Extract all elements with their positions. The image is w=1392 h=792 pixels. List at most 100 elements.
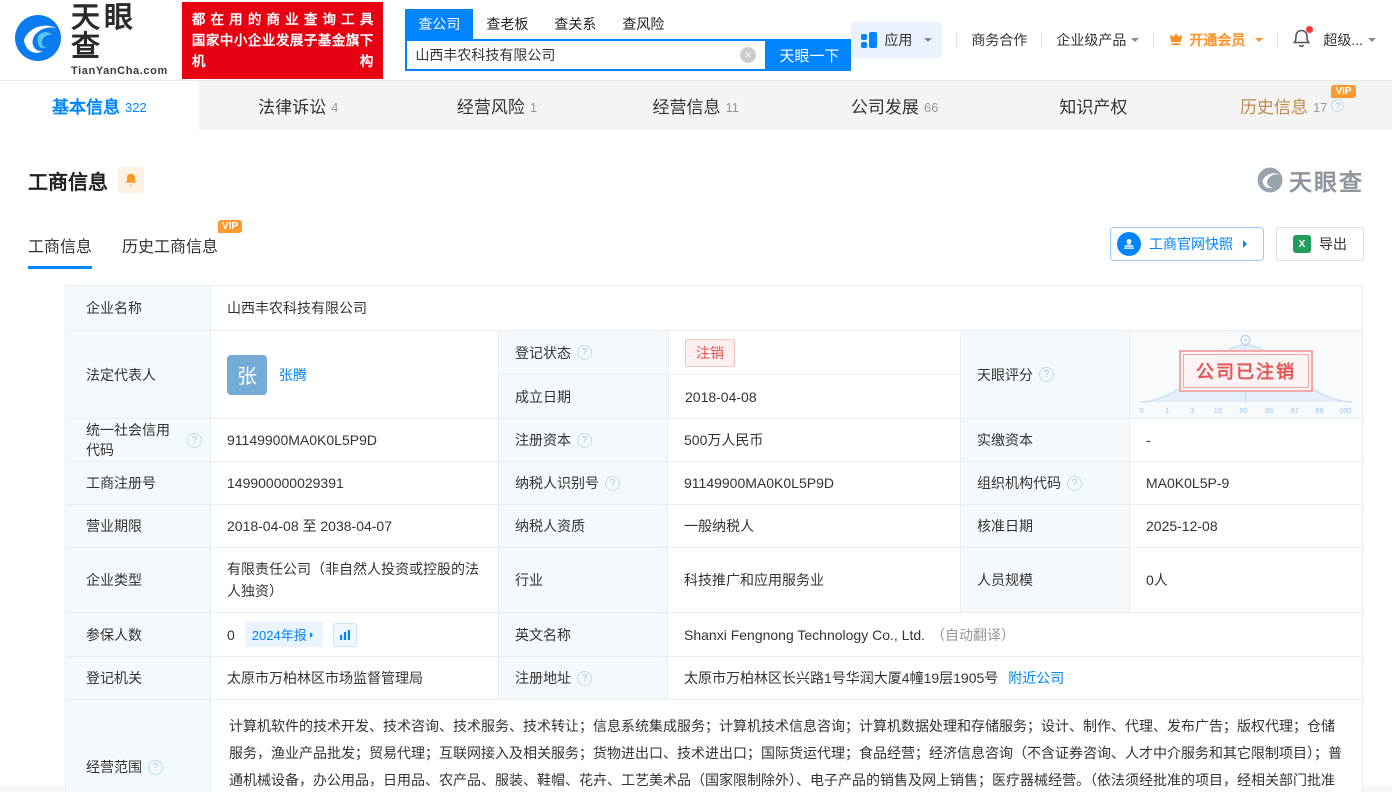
regno-value: 149900000029391 — [210, 462, 498, 504]
brand-name: 天眼查 — [71, 1, 138, 63]
company-nav-tabs: 基本信息 322 法律诉讼 4 经营风险 1 经营信息 11 公司发展 66 知… — [0, 80, 1392, 130]
search-box: ✕ — [405, 39, 768, 71]
tianyancha-logo-icon — [14, 14, 62, 67]
field-label: 经营范围 ? — [66, 700, 210, 792]
avatar[interactable]: 张 — [227, 354, 267, 395]
search-tab-risk[interactable]: 查风险 — [609, 9, 677, 39]
question-icon[interactable]: ? — [1039, 367, 1054, 382]
table-row-company-name: 企业名称 山西丰农科技有限公司 — [66, 286, 1362, 330]
annual-report-badge[interactable]: 2024年报 — [244, 622, 323, 647]
search-tab-boss[interactable]: 查老板 — [473, 9, 541, 39]
establish-date-value: 2018-04-08 — [668, 375, 960, 418]
svg-text:50: 50 — [1239, 406, 1247, 415]
super-vip-menu[interactable]: 超级... — [1323, 30, 1376, 50]
approve-date-value: 2025-12-08 — [1129, 505, 1362, 547]
field-label: 法定代表人 — [66, 331, 210, 418]
field-label: 天眼评分 ? — [960, 331, 1129, 418]
trend-chart-button[interactable] — [332, 622, 357, 647]
vip-badge: VIP — [217, 220, 243, 233]
tianyancha-watermark: 天眼查 — [1257, 163, 1364, 197]
score-chart-cell: 0 1 3 15 50 85 97 99 100 公司已注销 — [1129, 331, 1362, 418]
address-value: 太原市万柏林区长兴路1号华润大厦4幢19层1905号 — [684, 670, 999, 686]
orgcode-value: MA0K0L5P-9 — [1129, 462, 1362, 504]
field-label: 行业 — [498, 548, 667, 612]
question-icon[interactable]: ? — [187, 432, 202, 448]
arrow-right-icon — [1243, 240, 1251, 248]
tab-legal-litigation[interactable]: 法律诉讼 4 — [199, 81, 398, 130]
svg-text:3: 3 — [1190, 406, 1194, 415]
promo-line-1: 都在用的商业查询工具 — [191, 11, 374, 27]
field-label: 工商注册号 — [66, 462, 210, 504]
top-bar: 天眼查 TianYanCha.com 都在用的商业查询工具 国家中小企业发展子基… — [0, 0, 1392, 80]
chevron-down-icon — [924, 38, 933, 46]
tianyancha-logo[interactable]: 天眼查 TianYanCha.com — [14, 1, 168, 77]
field-label: 英文名称 — [498, 613, 667, 656]
apps-menu[interactable]: 应用 — [851, 22, 943, 58]
business-cooperation-link[interactable]: 商务合作 — [971, 30, 1027, 50]
question-icon[interactable]: ? — [1067, 475, 1082, 491]
section-title: 工商信息 — [28, 171, 108, 194]
question-icon[interactable]: ? — [1331, 99, 1345, 112]
legal-rep-link[interactable]: 张腾 — [279, 365, 307, 385]
staff-value: 0人 — [1129, 548, 1362, 612]
question-icon[interactable]: ? — [148, 759, 163, 775]
field-label: 统一社会信用代码 ? — [66, 419, 210, 461]
subtab-business-info[interactable]: 工商信息 — [28, 233, 93, 269]
table-row-insured: 参保人数 0 2024年报 英文名称 Shanxi Fengnong Techn… — [66, 612, 1362, 656]
notification-dot — [1306, 25, 1314, 33]
tab-operation-risk[interactable]: 经营风险 1 — [398, 81, 597, 130]
export-button[interactable]: X 导出 — [1276, 227, 1364, 261]
open-vip-menu[interactable]: 开通会员 — [1168, 30, 1264, 50]
subtab-history-business-info[interactable]: VIP 历史工商信息 — [122, 220, 243, 269]
question-icon[interactable]: ? — [577, 432, 592, 448]
tab-intellectual-property[interactable]: 知识产权 — [994, 81, 1193, 130]
deregistered-stamp: 公司已注销 — [1179, 350, 1313, 393]
field-label: 成立日期 — [499, 375, 668, 418]
stamp-icon — [1117, 232, 1141, 256]
reg-status-cell: 注销 — [668, 331, 960, 374]
business-info-table: 企业名称 山西丰农科技有限公司 法定代表人 张 张腾 登记状态 ? 注销 成立日… — [65, 285, 1363, 792]
tab-history-info[interactable]: VIP 历史信息 17 ? — [1193, 81, 1392, 130]
business-scope-value: 计算机软件的技术开发、技术咨询、技术服务、技术转让；信息系统集成服务；计算机技术… — [210, 700, 1362, 792]
company-type-value: 有限责任公司（非自然人投资或控股的法人独资） — [210, 548, 498, 612]
arrow-right-icon — [309, 631, 316, 638]
field-label: 人员规模 — [960, 548, 1129, 612]
watermark-text: 天眼查 — [1289, 169, 1364, 195]
paidcap-value: - — [1129, 419, 1362, 461]
address-cell: 太原市万柏林区长兴路1号华润大厦4幢19层1905号 附近公司 — [667, 657, 1362, 699]
field-label: 组织机构代码 ? — [960, 462, 1129, 504]
table-row-credit-code: 统一社会信用代码 ? 91149900MA0K0L5P9D 注册资本 ? 500… — [66, 418, 1362, 461]
nearby-companies-link[interactable]: 附近公司 — [1008, 668, 1064, 688]
monitor-bell-button[interactable] — [118, 167, 144, 193]
svg-text:97: 97 — [1291, 406, 1299, 415]
tab-basic-info[interactable]: 基本信息 322 — [0, 81, 199, 130]
promo-line-2: 国家中小企业发展子基金旗下机构 — [191, 32, 374, 69]
bar-chart-icon — [339, 629, 350, 640]
question-icon[interactable]: ? — [577, 670, 592, 686]
legal-rep-cell: 张 张腾 — [210, 331, 498, 418]
insured-cell: 0 2024年报 — [210, 613, 498, 656]
company-name-value: 山西丰农科技有限公司 — [210, 286, 1362, 330]
chevron-down-icon — [1368, 38, 1376, 46]
section-header: 工商信息 天眼查 — [28, 163, 1364, 197]
notifications-bell[interactable] — [1292, 25, 1314, 52]
industry-value: 科技推广和应用服务业 — [667, 548, 960, 612]
table-row-company-type: 企业类型 有限责任公司（非自然人投资或控股的法人独资） 行业 科技推广和应用服务… — [66, 547, 1362, 612]
search-input[interactable] — [407, 47, 741, 63]
field-label: 实缴资本 — [960, 419, 1129, 461]
official-snapshot-button[interactable]: 工商官网快照 — [1110, 227, 1264, 261]
english-name-value: Shanxi Fengnong Technology Co., Ltd. — [684, 626, 926, 643]
question-icon[interactable]: ? — [577, 345, 592, 360]
search-tab-company[interactable]: 查公司 — [405, 9, 474, 39]
uscc-value: 91149900MA0K0L5P9D — [210, 419, 498, 461]
apps-grid-icon — [861, 32, 878, 48]
question-icon[interactable]: ? — [605, 475, 620, 491]
tab-company-development[interactable]: 公司发展 66 — [795, 81, 994, 130]
clear-search-icon[interactable]: ✕ — [740, 47, 757, 63]
field-label: 企业名称 — [66, 286, 210, 330]
search-tab-relation[interactable]: 查关系 — [541, 9, 609, 39]
table-row-business-scope: 经营范围 ? 计算机软件的技术开发、技术咨询、技术服务、技术转让；信息系统集成服… — [66, 699, 1362, 792]
search-button[interactable]: 天眼一下 — [767, 39, 852, 71]
tab-operation-info[interactable]: 经营信息 11 — [596, 81, 795, 130]
enterprise-products-menu[interactable]: 企业级产品 — [1056, 30, 1140, 50]
